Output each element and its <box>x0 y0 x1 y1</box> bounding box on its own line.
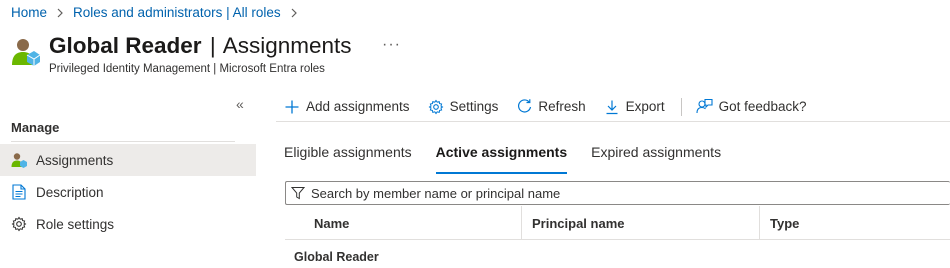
toolbar-divider <box>680 97 682 116</box>
tab-expired-assignments[interactable]: Expired assignments <box>591 140 721 174</box>
sidebar-section-divider <box>11 141 235 142</box>
sidebar-item-label: Assignments <box>36 152 114 168</box>
download-icon <box>603 98 621 116</box>
assignment-tabs: Eligible assignments Active assignments … <box>284 140 745 174</box>
breadcrumb-roles-link[interactable]: Roles and administrators | All roles <box>73 5 281 20</box>
chevron-right-icon <box>290 8 298 18</box>
sidebar-item-role-settings[interactable]: Role settings <box>0 208 256 240</box>
chevron-right-icon <box>56 8 64 18</box>
page-title-section: Assignments <box>222 33 352 58</box>
feedback-button[interactable]: Got feedback? <box>696 98 807 116</box>
breadcrumb-home-link[interactable]: Home <box>11 5 47 20</box>
column-divider[interactable] <box>521 206 522 240</box>
gear-icon <box>10 215 28 233</box>
document-icon <box>10 183 28 201</box>
sidebar-item-assignments[interactable]: Assignments <box>0 144 256 176</box>
gear-icon <box>427 98 445 116</box>
column-divider[interactable] <box>759 206 760 240</box>
page-title-separator: | <box>209 33 216 58</box>
sidebar-section-manage: Manage <box>11 120 60 135</box>
refresh-button[interactable]: Refresh <box>515 98 586 116</box>
settings-button[interactable]: Settings <box>427 98 499 116</box>
feedback-label: Got feedback? <box>718 99 807 114</box>
column-header-type[interactable]: Type <box>770 206 799 240</box>
more-options-button[interactable]: ··· <box>382 36 401 54</box>
sidebar-item-description[interactable]: Description <box>0 176 256 208</box>
sidebar-item-label: Role settings <box>36 216 115 232</box>
command-bar: Add assignments Settings Refresh Export <box>276 92 950 122</box>
user-role-icon <box>11 37 41 67</box>
page-title-role: Global Reader <box>49 33 202 58</box>
user-assign-icon <box>10 151 28 169</box>
add-assignments-label: Add assignments <box>306 99 410 114</box>
export-label: Export <box>625 99 665 114</box>
table-group-row: Global Reader <box>294 250 379 264</box>
export-button[interactable]: Export <box>603 98 665 116</box>
refresh-icon <box>515 98 533 116</box>
add-assignments-button[interactable]: Add assignments <box>283 98 410 116</box>
sidebar-item-label: Description <box>36 184 104 200</box>
refresh-label: Refresh <box>538 99 586 114</box>
collapse-sidebar-button[interactable]: « <box>236 96 244 112</box>
page-title: Global Reader | Assignments <box>49 33 352 59</box>
search-placeholder: Search by member name or principal name <box>311 185 561 201</box>
column-header-name[interactable]: Name <box>314 206 349 240</box>
page-subtitle: Privileged Identity Management | Microso… <box>49 63 325 75</box>
plus-icon <box>283 98 301 116</box>
settings-label: Settings <box>449 99 499 114</box>
filter-icon <box>290 185 306 201</box>
tab-active-assignments[interactable]: Active assignments <box>435 140 567 174</box>
column-header-principal-name[interactable]: Principal name <box>532 206 624 240</box>
breadcrumb: Home Roles and administrators | All role… <box>11 5 307 20</box>
search-input[interactable]: Search by member name or principal name <box>285 181 950 205</box>
table-header: Name Principal name Type <box>285 206 950 240</box>
tab-eligible-assignments[interactable]: Eligible assignments <box>284 140 412 174</box>
feedback-icon <box>696 98 714 116</box>
